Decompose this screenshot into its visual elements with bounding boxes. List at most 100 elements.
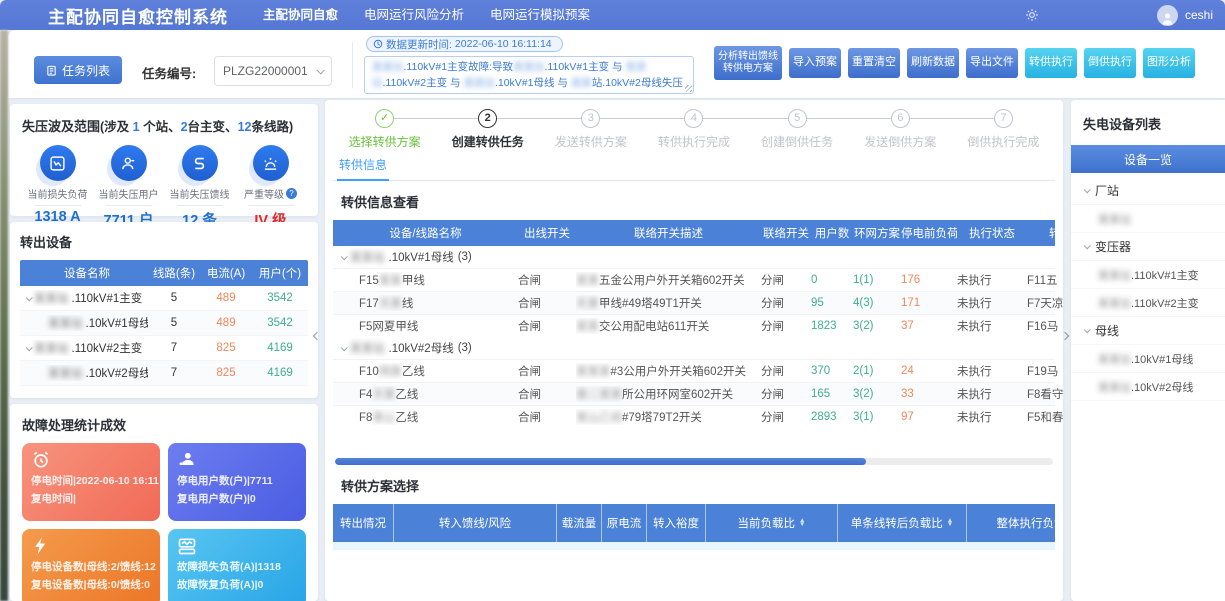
table-row[interactable]: F17天某线 合闸 天某甲线#49塔49T1开关 分闸 95 4(3) 171 … [333, 291, 1055, 314]
feeder-name: F10 [359, 366, 379, 378]
table-row[interactable]: F8某山乙线 合闸 某山乙线#79塔79T2开关 分闸 2893 3(1) 97… [333, 405, 1055, 428]
help-icon[interactable]: ? [286, 188, 297, 199]
tree-group[interactable]: 厂站 [1071, 177, 1225, 205]
plan-column-header[interactable]: 整体执行负载比▲▼ [967, 504, 1063, 542]
feeder-name: 甲线 [402, 275, 425, 287]
card-line: 故障恢复负荷(A)|0 [177, 577, 297, 592]
target-feeder: F11五 [1027, 272, 1063, 288]
resize-handle-icon[interactable] [685, 85, 692, 92]
redacted-station-name: 某某站 [372, 61, 404, 73]
tree-group[interactable]: 母线 [1071, 317, 1225, 345]
feeder-name: F5 [359, 321, 372, 333]
plan-column-header[interactable]: 转入裕度 [647, 504, 706, 542]
stat-label: 严重等级? [235, 186, 306, 201]
table-row[interactable]: 某某站.10kV#2母线 7 825 4169 [20, 361, 308, 386]
tree-item[interactable]: 某某站.10kV#2母线 [1071, 373, 1225, 401]
ring-plan: 4(3) [853, 297, 901, 309]
fault-stats-cards: 停电时间|2022-06-10 16:11 复电时间| 停电用户数(户)|771… [22, 443, 306, 601]
plan-column-header[interactable]: 载流量 [557, 504, 602, 542]
toolbar-action-button[interactable]: 倒供执行 [1084, 48, 1136, 78]
toolbar-action-button[interactable]: 图形分析 [1143, 48, 1195, 78]
chevron-left-icon [313, 332, 321, 340]
task-list-button[interactable]: 任务列表 [34, 56, 122, 84]
chevron-down-icon[interactable] [26, 294, 33, 301]
device-overview-button[interactable]: 设备一览 [1071, 145, 1225, 173]
impact-title: 失压波及范围(涉及 1 个站、2台主变、12条线路) [22, 116, 306, 135]
table-row[interactable]: 某某站.10kV#1母线 5 489 3542 [20, 311, 308, 336]
sort-icon[interactable]: ▲▼ [799, 519, 805, 528]
toolbar: 任务列表 任务编号: PLZG22000001 数据更新时间:2022-06-1… [8, 30, 1225, 98]
chevron-down-icon[interactable] [1084, 186, 1091, 193]
nav-menu-item[interactable]: 电网运行风险分析 [351, 0, 477, 30]
stat-label: 当前失压馈线 [164, 186, 235, 201]
transfer-info-table: 设备/线路名称出线开关联络开关描述联络开关用户数环网方案停电前负荷执行状态转入馈… [333, 220, 1055, 428]
app-root: 主配协同自愈控制系统 主配协同自愈电网运行风险分析电网运行模拟预案 ceshi … [0, 0, 1225, 601]
plan-column-header[interactable]: 单条线转后负载比▲▼ [838, 504, 967, 542]
task-no-select[interactable]: PLZG22000001 [214, 56, 332, 86]
step-number: 2 [478, 109, 497, 128]
username[interactable]: ceshi [1185, 8, 1213, 22]
feeder-name: F15 [359, 275, 379, 287]
toolbar-action-button[interactable]: 分析转出馈线转供电方案 [714, 46, 782, 80]
outage-time-card: 停电时间|2022-06-10 16:11 复电时间| [22, 443, 160, 521]
toolbar-action-button[interactable]: 重置清空 [848, 48, 900, 78]
table-row[interactable]: 某某站.110kV#1主变 5 489 3542 [20, 286, 308, 311]
card-line: 停电设备数|母线:2/馈线:12 [31, 559, 151, 574]
user-avatar[interactable] [1157, 5, 1178, 26]
collapse-left-handle[interactable] [310, 318, 324, 354]
step-label: 发送转供方案 [539, 133, 642, 150]
execution-status: 未执行 [957, 272, 1027, 288]
horizontal-scrollbar[interactable] [335, 458, 1053, 465]
plan-column-header[interactable]: 当前负载比▲▼ [706, 504, 838, 542]
fault-description-textarea[interactable]: 某某站.110kV#1主变故障:导致某某站.110kV#1主变 与 某某站.11… [364, 56, 694, 94]
plan-column-header[interactable]: 原电流 [602, 504, 647, 542]
table-row[interactable]: F15某某甲线 合闸 某某五金公用户外开关箱602开关 分闸 0 1(1) 17… [333, 268, 1055, 291]
info-column-header: 出线开关 [518, 225, 576, 241]
tree-item[interactable]: 某某站.110kV#2主变 [1071, 289, 1225, 317]
tree-item[interactable]: 某某站.10kV#1母线 [1071, 345, 1225, 373]
toolbar-action-button[interactable]: 刷新数据 [907, 48, 959, 78]
redacted-text: 某山乙线 [576, 412, 622, 424]
stat-loss-load: 当前损失负荷 1318 A [22, 145, 93, 230]
tie-switch-state: 分闸 [761, 363, 811, 379]
tree-item[interactable]: 某某站 [1071, 205, 1225, 233]
collapse-right-handle[interactable] [1058, 318, 1072, 354]
toolbar-action-button[interactable]: 转供执行 [1025, 48, 1077, 78]
tree-group[interactable]: 变压器 [1071, 233, 1225, 261]
chevron-down-icon[interactable] [341, 344, 348, 351]
nav-menu-item[interactable]: 电网运行模拟预案 [477, 0, 603, 30]
chevron-down-icon[interactable] [1084, 242, 1091, 249]
redacted-station-name: 某某站 [350, 340, 385, 356]
table-row[interactable]: F4天某乙线 合闸 第二某某所公用环网室602开关 分闸 165 3(2) 33… [333, 382, 1055, 405]
plan-column-header[interactable]: 转入馈线/风险 [394, 504, 557, 542]
table-header-row: 设备名称 线路(条) 电流(A) 用户(个) [20, 260, 308, 286]
device-tree: 厂站某某站变压器某某站.110kV#1主变某某站.110kV#2主变母线某某站.… [1071, 177, 1225, 401]
user-count: 4169 [252, 367, 308, 379]
scrollbar-thumb[interactable] [335, 458, 866, 465]
toolbar-action-button[interactable]: 导入预案 [789, 48, 841, 78]
chevron-down-icon[interactable] [1084, 326, 1091, 333]
plan-column-header[interactable]: 转出情况 [333, 504, 394, 542]
info-column-header: 联络开关 [761, 225, 811, 241]
table-row[interactable]: F5网夏甲线 合闸 某某交公用配电站611开关 分闸 1823 3(2) 37 … [333, 314, 1055, 337]
stepper-step: 4 转供执行完成 [642, 109, 745, 156]
sort-icon[interactable]: ▲▼ [947, 519, 953, 528]
chevron-down-icon[interactable] [341, 253, 348, 260]
fault-text: .10kV#1母线 与 [495, 77, 571, 89]
tab-transfer-info[interactable]: 转供信息 [337, 156, 389, 181]
table-group-row[interactable]: 某某站.10kV#2母线 (3) [333, 337, 1055, 359]
chevron-down-icon[interactable] [26, 344, 33, 351]
toolbar-action-button[interactable]: 导出文件 [966, 48, 1018, 78]
table-row[interactable]: F10网某乙线 合闸 某某某#3公用户外开关箱602开关 分闸 370 2(1)… [333, 359, 1055, 382]
pre-outage-load: 176 [901, 274, 957, 286]
table-row[interactable]: 某某站.110kV#2主变 7 825 4169 [20, 336, 308, 361]
redacted-station-name: 某某站 [1098, 379, 1131, 395]
device-name: .110kV#2主变 [72, 340, 143, 356]
outgoing-switch-state: 合闸 [518, 318, 576, 334]
nav-menu-item[interactable]: 主配协同自愈 [250, 0, 351, 30]
tree-item[interactable]: 某某站.110kV#1主变 [1071, 261, 1225, 289]
info-column-header: 联络开关描述 [576, 225, 761, 241]
table-group-row[interactable]: 某某站.10kV#1母线 (3) [333, 246, 1055, 268]
gear-icon[interactable] [1025, 8, 1039, 22]
current-value: 489 [200, 292, 252, 304]
